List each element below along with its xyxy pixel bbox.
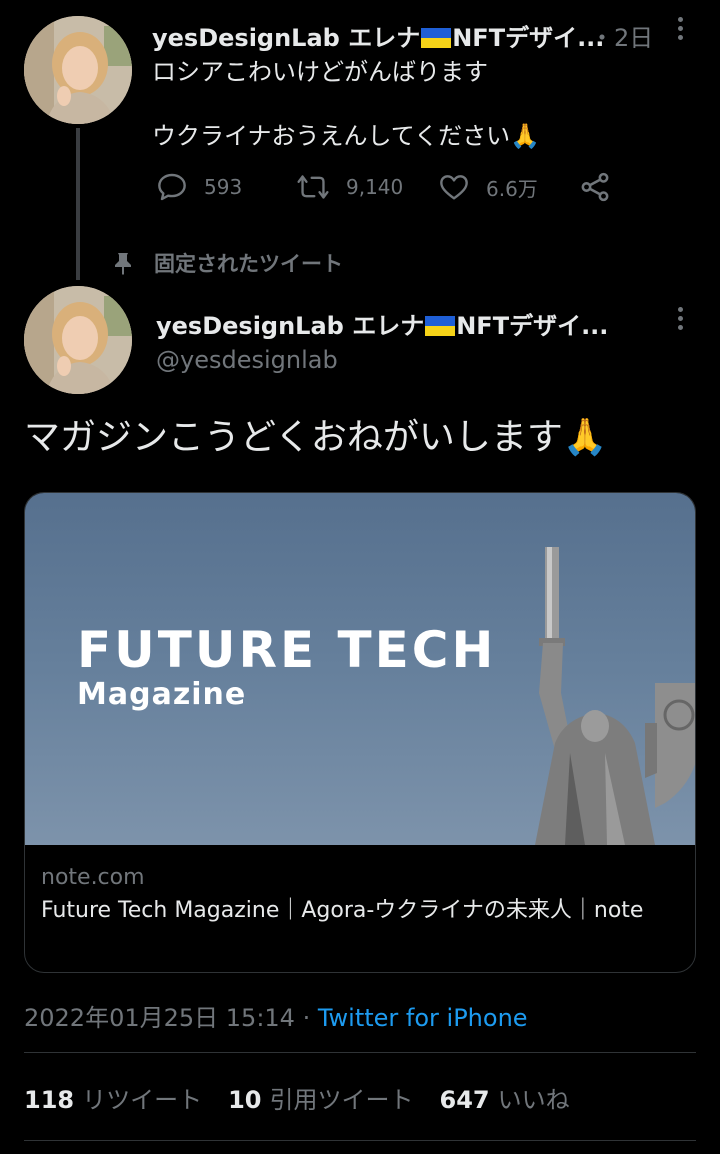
statue-illustration [535, 547, 695, 845]
avatar-main-tweet[interactable] [24, 286, 132, 394]
main-author-name-text: yesDesignLab エレナ [156, 312, 425, 340]
like-count: 6.6万 [486, 176, 538, 201]
main-author-name[interactable]: yesDesignLab エレナ NFTデザイ... [156, 306, 608, 341]
quotes-label: 引用ツイート [269, 1086, 414, 1114]
ukraine-flag-icon [425, 316, 456, 336]
share-icon [581, 172, 609, 202]
retweets-label: リツイート [82, 1086, 203, 1114]
card-info: note.com Future Tech Magazine｜Agora-ウクライ… [41, 861, 681, 927]
author-name-text: yesDesignLab エレナ [152, 24, 421, 52]
card-title: Future Tech Magazine｜Agora-ウクライナの未来人｜not… [41, 898, 644, 923]
more-icon[interactable] [668, 304, 692, 332]
reply-count: 593 [204, 175, 243, 199]
divider-bottom [24, 1140, 696, 1141]
card-domain: note.com [41, 865, 145, 890]
retweet-count: 9,140 [346, 175, 404, 199]
reply-button[interactable]: 593 [156, 170, 242, 204]
ukraine-flag-icon [421, 28, 452, 48]
quotes-stat[interactable]: 10 引用ツイート [228, 1080, 413, 1115]
likes-label: いいね [497, 1086, 570, 1114]
source-link[interactable]: Twitter for iPhone [318, 1004, 528, 1032]
author-handle[interactable]: @yesdesignlab [156, 346, 338, 374]
pinned-tweet-label: 固定されたツイート [112, 248, 343, 278]
retweets-count: 118 [24, 1086, 75, 1114]
main-tweet-text: マガジンこうどくおねがいします🙏 [24, 417, 608, 458]
tweet-text-line-2: ウクライナおうえんしてください🙏 [152, 122, 540, 150]
pinned-label-text: 固定されたツイート [154, 252, 343, 276]
card-image: FUTURE TECH Magazine [25, 493, 695, 845]
reply-icon [158, 173, 186, 201]
quotes-count: 10 [228, 1086, 262, 1114]
pin-icon [115, 253, 131, 275]
retweets-stat[interactable]: 118 リツイート [24, 1080, 202, 1115]
divider-top [24, 1052, 696, 1053]
avatar-first-tweet[interactable] [24, 16, 132, 124]
card-image-subtitle: Magazine [77, 677, 247, 712]
main-author-name-suffix: NFTデザイ... [456, 312, 609, 340]
engagement-stats: 118 リツイート 10 引用ツイート 647 いいね [24, 1080, 596, 1115]
retweet-button[interactable]: 9,140 [296, 170, 403, 204]
tweet-text-line-1: ロシアこわいけどがんばります [152, 58, 488, 86]
tweet-time[interactable]: ・2日 [590, 18, 653, 53]
more-icon[interactable] [668, 14, 692, 42]
like-icon [440, 175, 468, 200]
card-image-title: FUTURE TECH [77, 621, 497, 679]
author-name-suffix: NFTデザイ... [452, 24, 605, 52]
timestamp-text: 2022年01月25日 15:14 · [24, 1004, 318, 1032]
share-button[interactable] [578, 170, 628, 204]
retweet-icon [297, 175, 329, 199]
likes-stat[interactable]: 647 いいね [440, 1080, 570, 1115]
likes-count: 647 [439, 1086, 490, 1114]
thread-connector-line [76, 128, 80, 280]
author-name[interactable]: yesDesignLab エレナ NFTデザイ... [152, 18, 604, 53]
tweet-timestamp[interactable]: 2022年01月25日 15:14 · Twitter for iPhone [24, 998, 528, 1033]
like-button[interactable]: 6.6万 [438, 170, 538, 204]
link-preview-card[interactable]: FUTURE TECH Magazine note.com Future Tec… [24, 492, 696, 973]
